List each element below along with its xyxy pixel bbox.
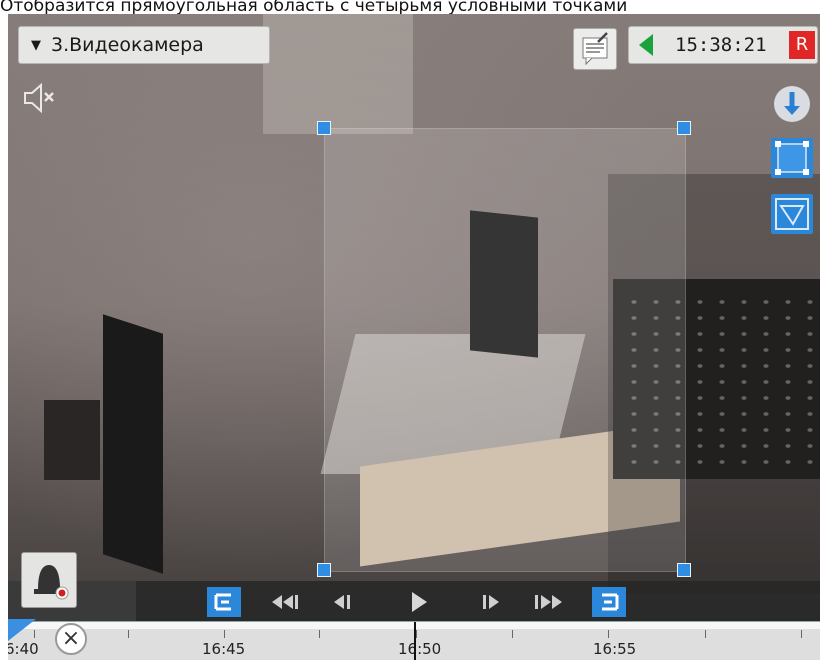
timeline-label: 16:45 [202,640,246,658]
current-time: 15:38:21 [675,34,767,56]
download-icon[interactable] [771,84,813,124]
timeline-cursor[interactable] [414,622,416,660]
play-button[interactable] [404,587,434,617]
go-to-end-button[interactable] [592,587,626,617]
timeline-tick [34,630,35,638]
playback-time-panel: 15:38:21 R [628,26,818,64]
step-forward-button[interactable] [477,587,507,617]
rect-area-icon[interactable] [771,138,813,178]
camera-selector-label: 3.Видеокамера [51,34,204,56]
timeline-tick [224,630,225,638]
timeline-label: 6:40 [8,640,39,658]
mute-icon[interactable] [22,82,56,114]
detection-area-rectangle[interactable] [324,128,686,572]
timeline-tick [128,630,129,638]
fast-forward-button[interactable] [530,587,568,617]
timeline-corner-marker [8,619,36,641]
timeline-tick [512,630,513,638]
timeline-tick [801,630,802,638]
scene-phone [44,400,100,480]
timeline-label: 16:50 [398,640,442,658]
timeline-label: 16:55 [593,640,637,658]
scene-monitor-left [103,314,163,574]
polygon-area-icon[interactable] [771,194,813,234]
close-icon[interactable]: × [55,623,87,655]
notes-icon[interactable] [573,28,617,70]
fast-rewind-button[interactable] [266,587,302,617]
area-handle-bottom-left[interactable] [317,563,331,577]
video-viewport[interactable]: ▼ 3.Видеокамера 15:38:21 R 6:40 16:45 16… [8,14,820,660]
scene-poster [263,14,413,134]
camera-selector-button[interactable]: ▼ 3.Видеокамера [18,26,270,64]
area-handle-bottom-right[interactable] [677,563,691,577]
record-badge[interactable]: R [789,31,815,59]
timeline-tick [319,630,320,638]
timeline-tick [608,630,609,638]
play-indicator-icon [639,34,653,56]
dropdown-icon: ▼ [31,37,41,53]
area-handle-top-right[interactable] [677,121,691,135]
timeline-tick [416,630,417,638]
area-handle-top-left[interactable] [317,121,331,135]
timeline-tick [705,630,706,638]
go-to-start-button[interactable] [207,587,241,617]
alarm-bell-icon[interactable] [21,552,77,608]
step-back-button[interactable] [326,587,356,617]
